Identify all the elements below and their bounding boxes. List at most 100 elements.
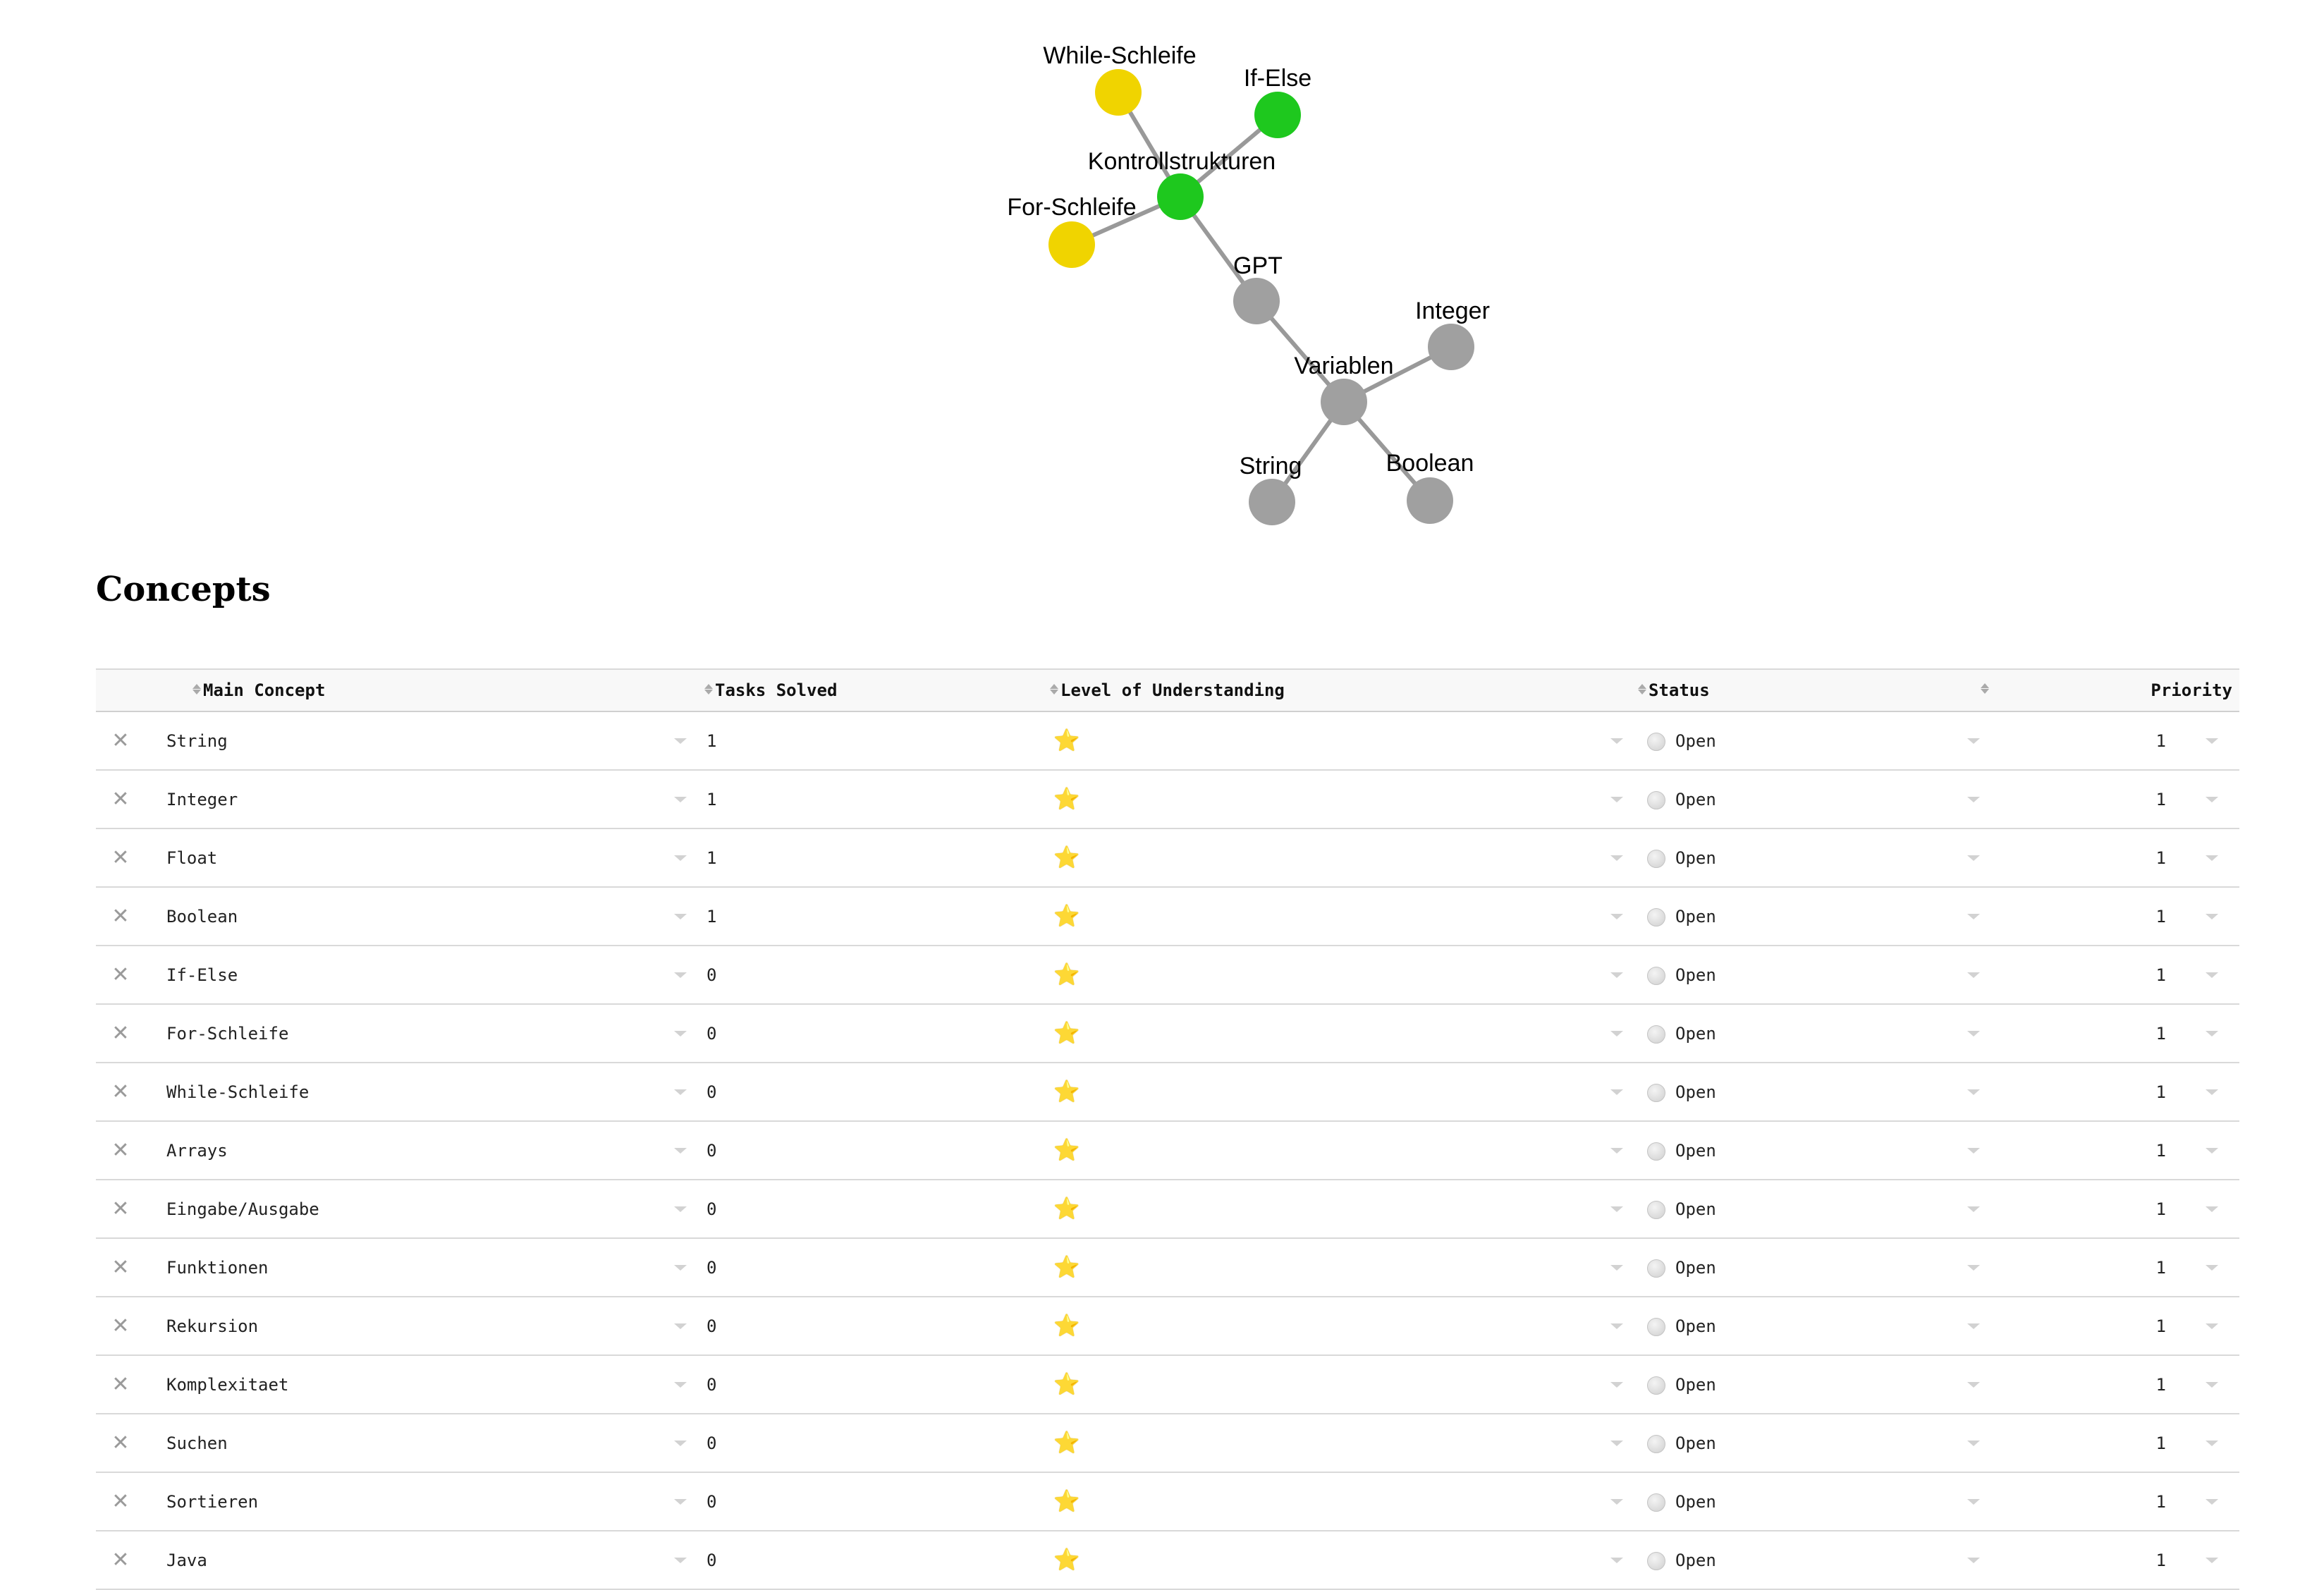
tasks-solved-cell[interactable]: 0 — [701, 1472, 1048, 1531]
graph-node-ifelse[interactable] — [1254, 92, 1301, 138]
chevron-down-icon[interactable] — [674, 855, 687, 861]
status-cell[interactable]: Open — [1637, 1238, 1990, 1297]
graph-node-variablen[interactable] — [1321, 379, 1367, 425]
level-cell[interactable]: ⭐ — [1048, 887, 1637, 946]
chevron-down-icon[interactable] — [674, 1323, 687, 1329]
chevron-down-icon[interactable] — [1967, 738, 1980, 744]
priority-cell[interactable]: 1 — [1990, 1472, 2239, 1531]
main-concept-cell[interactable]: Suchen — [145, 1414, 701, 1472]
graph-node-for[interactable] — [1048, 221, 1095, 268]
level-cell[interactable]: ⭐ — [1048, 1004, 1637, 1063]
close-icon[interactable]: ✕ — [96, 728, 145, 753]
close-icon[interactable]: ✕ — [96, 1314, 145, 1338]
chevron-down-icon[interactable] — [674, 1381, 687, 1388]
header-priority[interactable]: Priority — [1990, 668, 2239, 712]
chevron-down-icon[interactable] — [1967, 913, 1980, 919]
close-icon[interactable]: ✕ — [96, 1372, 145, 1397]
chevron-down-icon[interactable] — [1967, 1381, 1980, 1388]
chevron-down-icon[interactable] — [2206, 1264, 2218, 1271]
graph-node-boolean[interactable] — [1407, 477, 1453, 524]
chevron-down-icon[interactable] — [2206, 1206, 2218, 1212]
tasks-solved-cell[interactable]: 0 — [701, 1355, 1048, 1414]
main-concept-cell[interactable]: Boolean — [145, 887, 701, 946]
chevron-down-icon[interactable] — [2206, 913, 2218, 919]
level-cell[interactable]: ⭐ — [1048, 711, 1637, 770]
close-icon[interactable]: ✕ — [96, 1197, 145, 1221]
level-cell[interactable]: ⭐ — [1048, 1355, 1637, 1414]
chevron-down-icon[interactable] — [1610, 1264, 1623, 1271]
level-cell[interactable]: ⭐ — [1048, 1121, 1637, 1180]
chevron-down-icon[interactable] — [674, 1264, 687, 1271]
level-cell[interactable]: ⭐ — [1048, 946, 1637, 1004]
chevron-down-icon[interactable] — [1967, 1030, 1980, 1036]
chevron-down-icon[interactable] — [674, 1557, 687, 1563]
level-cell[interactable]: ⭐ — [1048, 1531, 1637, 1589]
sort-icon[interactable] — [704, 683, 714, 699]
tasks-solved-cell[interactable]: 0 — [701, 1531, 1048, 1589]
sort-icon[interactable] — [1049, 683, 1059, 699]
chevron-down-icon[interactable] — [1967, 1498, 1980, 1505]
chevron-down-icon[interactable] — [1610, 738, 1623, 744]
chevron-down-icon[interactable] — [674, 1089, 687, 1095]
tasks-solved-cell[interactable]: 0 — [701, 1180, 1048, 1238]
priority-cell[interactable]: 1 — [1990, 1531, 2239, 1589]
concept-graph[interactable]: While-Schleife If-Else Kontrollstrukturen F… — [0, 0, 2324, 557]
status-cell[interactable]: Open — [1637, 1004, 1990, 1063]
chevron-down-icon[interactable] — [1967, 972, 1980, 978]
tasks-solved-cell[interactable]: 1 — [701, 770, 1048, 828]
status-cell[interactable]: Open — [1637, 1063, 1990, 1121]
main-concept-cell[interactable]: Sortieren — [145, 1472, 701, 1531]
chevron-down-icon[interactable] — [1610, 1381, 1623, 1388]
graph-node-kontroll[interactable] — [1157, 173, 1204, 220]
tasks-solved-cell[interactable]: 1 — [701, 711, 1048, 770]
chevron-down-icon[interactable] — [674, 738, 687, 744]
chevron-down-icon[interactable] — [2206, 1557, 2218, 1563]
header-tasks-solved[interactable]: Tasks Solved — [701, 668, 1048, 712]
level-cell[interactable]: ⭐ — [1048, 1297, 1637, 1355]
level-cell[interactable]: ⭐ — [1048, 1180, 1637, 1238]
priority-cell[interactable]: 1 — [1990, 887, 2239, 946]
chevron-down-icon[interactable] — [1967, 1557, 1980, 1563]
chevron-down-icon[interactable] — [2206, 738, 2218, 744]
chevron-down-icon[interactable] — [1610, 1498, 1623, 1505]
chevron-down-icon[interactable] — [674, 1498, 687, 1505]
chevron-down-icon[interactable] — [1610, 855, 1623, 861]
chevron-down-icon[interactable] — [1610, 1323, 1623, 1329]
graph-node-gpt[interactable] — [1233, 278, 1280, 324]
main-concept-cell[interactable]: Funktionen — [145, 1238, 701, 1297]
main-concept-cell[interactable]: Komplexitaet — [145, 1355, 701, 1414]
chevron-down-icon[interactable] — [2206, 1381, 2218, 1388]
header-status[interactable]: Status — [1637, 668, 1990, 712]
chevron-down-icon[interactable] — [1610, 1206, 1623, 1212]
chevron-down-icon[interactable] — [2206, 1498, 2218, 1505]
status-cell[interactable]: Open — [1637, 946, 1990, 1004]
sort-icon[interactable] — [192, 683, 202, 699]
main-concept-cell[interactable]: Rekursion — [145, 1297, 701, 1355]
tasks-solved-cell[interactable]: 0 — [701, 946, 1048, 1004]
chevron-down-icon[interactable] — [2206, 855, 2218, 861]
chevron-down-icon[interactable] — [674, 1147, 687, 1154]
chevron-down-icon[interactable] — [1967, 855, 1980, 861]
close-icon[interactable]: ✕ — [96, 1548, 145, 1572]
chevron-down-icon[interactable] — [2206, 1030, 2218, 1036]
priority-cell[interactable]: 1 — [1990, 1414, 2239, 1472]
status-cell[interactable]: Open — [1637, 887, 1990, 946]
chevron-down-icon[interactable] — [1610, 1030, 1623, 1036]
chevron-down-icon[interactable] — [1967, 1206, 1980, 1212]
chevron-down-icon[interactable] — [674, 796, 687, 802]
status-cell[interactable]: Open — [1637, 1121, 1990, 1180]
chevron-down-icon[interactable] — [1967, 1323, 1980, 1329]
status-cell[interactable]: Open — [1637, 1180, 1990, 1238]
main-concept-cell[interactable]: For-Schleife — [145, 1004, 701, 1063]
chevron-down-icon[interactable] — [674, 1440, 687, 1446]
close-icon[interactable]: ✕ — [96, 904, 145, 929]
main-concept-cell[interactable]: While-Schleife — [145, 1063, 701, 1121]
chevron-down-icon[interactable] — [1610, 1089, 1623, 1095]
status-cell[interactable]: Open — [1637, 770, 1990, 828]
chevron-down-icon[interactable] — [2206, 796, 2218, 802]
chevron-down-icon[interactable] — [1967, 1089, 1980, 1095]
tasks-solved-cell[interactable]: 0 — [701, 1004, 1048, 1063]
chevron-down-icon[interactable] — [674, 913, 687, 919]
chevron-down-icon[interactable] — [674, 1206, 687, 1212]
level-cell[interactable]: ⭐ — [1048, 1238, 1637, 1297]
